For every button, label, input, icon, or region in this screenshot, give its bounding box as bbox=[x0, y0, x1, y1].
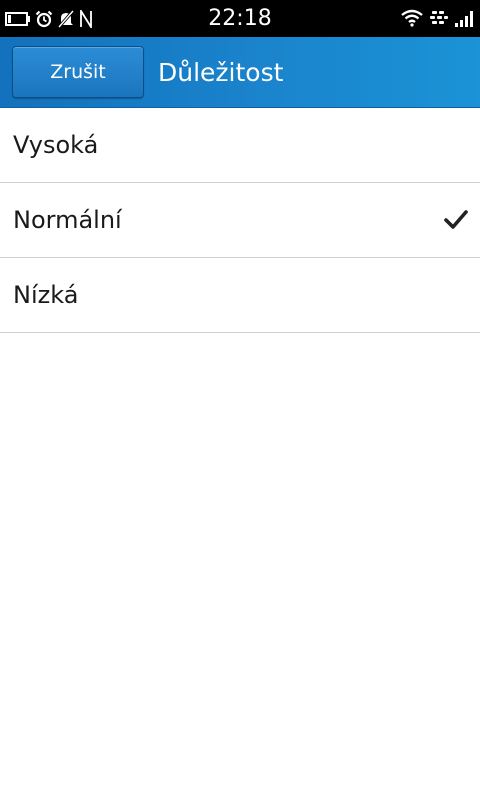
priority-screen: 22:18 Zrušit Důležitost Vysoká Normální … bbox=[0, 0, 480, 800]
cancel-button[interactable]: Zrušit bbox=[12, 46, 144, 98]
title-bar: Zrušit Důležitost bbox=[0, 37, 480, 108]
page-title: Důležitost bbox=[158, 58, 284, 87]
status-right-icons bbox=[400, 7, 476, 29]
wifi-icon bbox=[400, 9, 424, 27]
option-label: Normální bbox=[13, 206, 122, 234]
checkmark-icon bbox=[444, 209, 468, 231]
option-label: Vysoká bbox=[13, 131, 99, 159]
bbm-icon bbox=[429, 10, 449, 26]
priority-options-list: Vysoká Normální Nízká bbox=[0, 108, 480, 333]
signal-icon bbox=[454, 9, 476, 27]
option-label: Nízká bbox=[13, 281, 79, 309]
option-normal[interactable]: Normální bbox=[0, 183, 480, 258]
option-high[interactable]: Vysoká bbox=[0, 108, 480, 183]
option-low[interactable]: Nízká bbox=[0, 258, 480, 333]
status-bar: 22:18 bbox=[0, 0, 480, 37]
